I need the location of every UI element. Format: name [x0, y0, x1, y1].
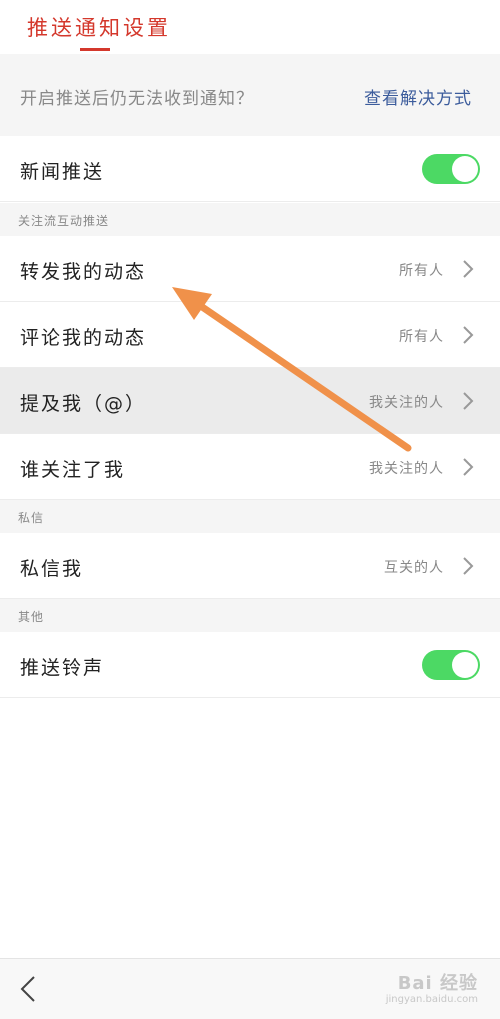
row-value: 互关的人	[384, 560, 444, 576]
watermark-logo: Bai 经验	[397, 973, 478, 994]
view-solution-link[interactable]: 查看解决方式	[364, 84, 472, 109]
news-push-label: 新闻推送	[20, 161, 105, 183]
row-label: 谁关注了我	[20, 459, 126, 481]
dm-me-row[interactable]: 私信我 互关的人	[0, 533, 500, 599]
news-push-row: 新闻推送	[0, 136, 500, 202]
row-value: 我关注的人	[369, 461, 444, 477]
title-underline	[80, 48, 110, 51]
section-header-other: 其他	[0, 599, 500, 632]
toggle-knob	[452, 652, 478, 678]
chevron-left-icon[interactable]	[18, 975, 38, 1003]
row-label: 评论我的动态	[20, 327, 147, 349]
who-followed-me-row[interactable]: 谁关注了我 我关注的人	[0, 434, 500, 500]
row-label: 转发我的动态	[20, 261, 147, 283]
ringtone-label: 推送铃声	[20, 657, 105, 679]
header: 推送通知设置	[0, 0, 500, 54]
page-title: 推送通知设置	[27, 16, 171, 40]
row-value: 所有人	[399, 329, 444, 345]
section-title-other: 其他	[18, 610, 45, 624]
mention-me-row[interactable]: 提及我（@） 我关注的人	[0, 368, 500, 434]
section-header-follow: 关注流互动推送	[0, 203, 500, 236]
section-title-dm: 私信	[18, 511, 45, 525]
bottom-bar: Bai 经验 jingyan.baidu.com	[0, 958, 500, 1019]
chevron-right-icon	[463, 392, 474, 410]
row-value: 我关注的人	[369, 395, 444, 411]
notice-bar: 开启推送后仍无法收到通知？ 查看解决方式	[0, 54, 500, 136]
notice-text: 开启推送后仍无法收到通知？	[20, 89, 254, 109]
ringtone-row: 推送铃声	[0, 632, 500, 698]
news-push-toggle[interactable]	[422, 154, 480, 184]
chevron-right-icon	[463, 326, 474, 344]
chevron-right-icon	[463, 458, 474, 476]
repost-my-post-row[interactable]: 转发我的动态 所有人	[0, 236, 500, 302]
comment-my-post-row[interactable]: 评论我的动态 所有人	[0, 302, 500, 368]
chevron-right-icon	[463, 260, 474, 278]
section-title-follow: 关注流互动推送	[18, 214, 110, 228]
watermark-url: jingyan.baidu.com	[385, 994, 478, 1005]
section-header-dm: 私信	[0, 500, 500, 533]
row-value: 所有人	[399, 263, 444, 279]
toggle-knob	[452, 156, 478, 182]
row-label: 提及我（@）	[20, 393, 147, 415]
row-label: 私信我	[20, 558, 84, 580]
chevron-right-icon	[463, 557, 474, 575]
ringtone-toggle[interactable]	[422, 650, 480, 680]
baidu-jingyan-watermark: Bai 经验 jingyan.baidu.com	[378, 967, 478, 1013]
